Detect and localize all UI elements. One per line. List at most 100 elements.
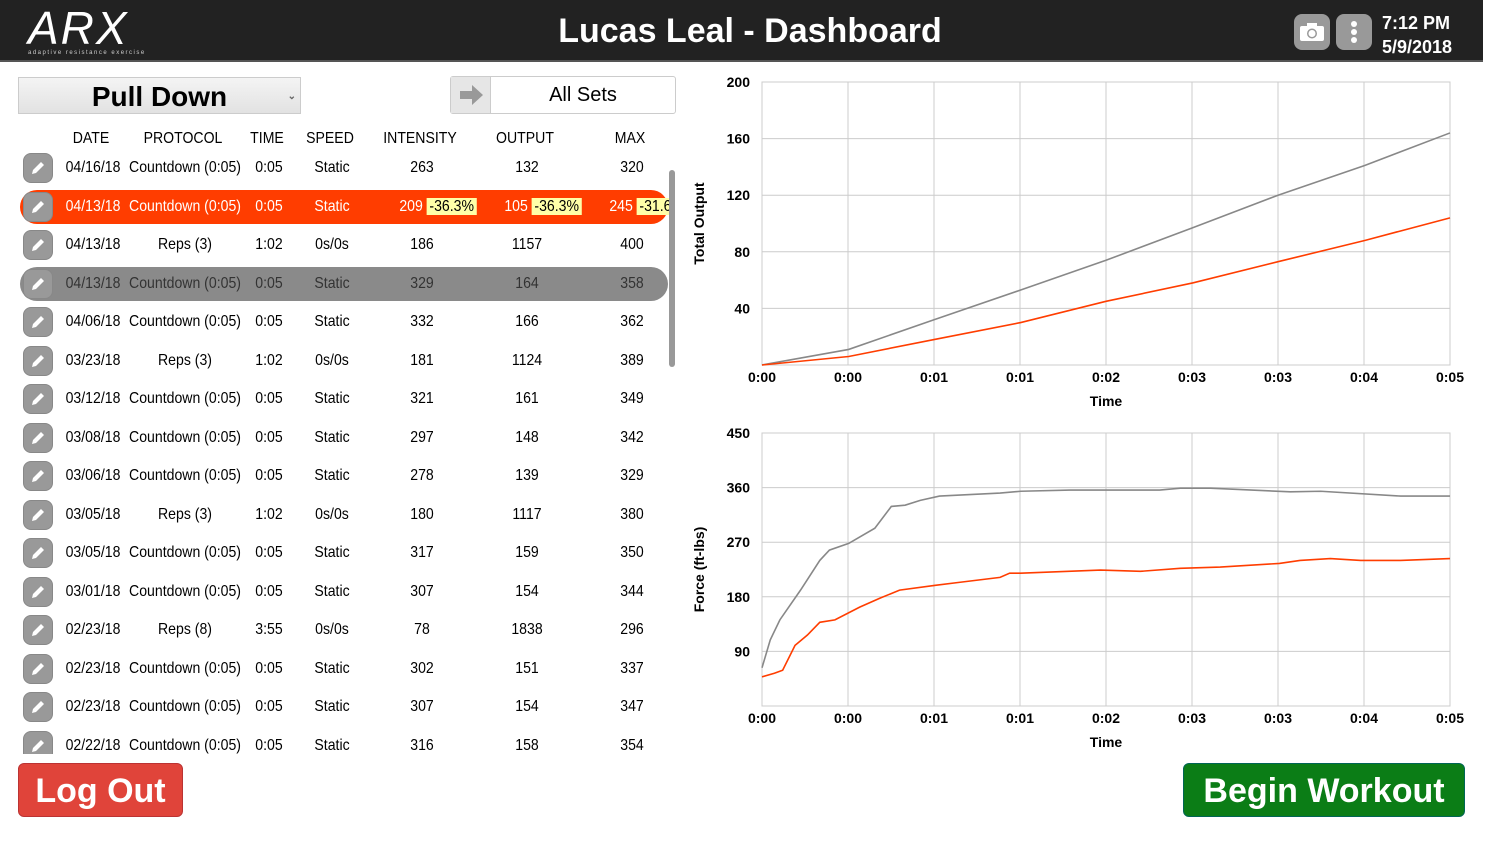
table-row[interactable]: 03/12/18 Countdown (0:05) 0:05 Static 321 161… <box>20 382 668 416</box>
cell-intensity: 329 <box>410 275 433 293</box>
cell-protocol: Countdown (0:05) <box>129 275 241 293</box>
cell-value: Reps (3) <box>158 236 212 253</box>
cell-output: 151 <box>515 660 538 678</box>
edit-button[interactable] <box>23 230 53 260</box>
cell-value: 159 <box>515 544 539 561</box>
cell-date: 02/22/18 <box>66 737 121 755</box>
edit-button[interactable] <box>23 307 53 337</box>
table-row[interactable]: 04/13/18 Reps (3) 1:02 0s/0s 186 1157 400 <box>20 228 668 262</box>
cell-value: 245 <box>609 197 633 215</box>
table-row[interactable]: 03/05/18 Reps (3) 1:02 0s/0s 180 1117 380 <box>20 498 668 532</box>
cell-protocol: Countdown (0:05) <box>129 698 241 716</box>
x-tick-label: 0:01 <box>920 369 948 385</box>
table-row[interactable]: 03/05/18 Countdown (0:05) 0:05 Static 317 159… <box>20 536 668 570</box>
cell-output: 105 -36.3% <box>504 197 582 216</box>
x-tick-label: 0:05 <box>1436 710 1464 726</box>
cell-output: 164 <box>515 275 538 293</box>
cell-time: 3:55 <box>255 621 282 639</box>
cell-value: 1:02 <box>255 236 283 253</box>
table-row[interactable]: 03/08/18 Countdown (0:05) 0:05 Static 297 148… <box>20 421 668 455</box>
sets-filter-label: All Sets <box>549 84 617 106</box>
cell-value: 0:05 <box>255 159 283 176</box>
edit-button[interactable] <box>23 345 53 376</box>
table-row[interactable]: 02/23/18 Reps (8) 3:55 0s/0s 78 1838 296 <box>20 613 668 647</box>
cell-time: 0:05 <box>255 698 282 716</box>
cell-value: Static <box>314 390 350 407</box>
cell-max: 400 <box>620 236 643 254</box>
column-header-date[interactable]: DATE <box>38 130 144 148</box>
cell-value: 139 <box>515 467 539 484</box>
edit-button[interactable] <box>23 653 53 684</box>
pencil-icon <box>32 624 44 636</box>
sets-filter-button[interactable]: All Sets <box>450 76 676 114</box>
cell-value: 02/23/18 <box>65 698 121 715</box>
cell-time: 0:05 <box>255 660 282 678</box>
cell-speed: Static <box>314 198 349 216</box>
table-row[interactable]: 02/23/18 Countdown (0:05) 0:05 Static 302 151… <box>20 652 668 686</box>
cell-date: 04/06/18 <box>66 313 121 331</box>
cell-value: 344 <box>620 582 644 600</box>
edit-button[interactable] <box>23 692 53 722</box>
cell-value: Reps (3) <box>158 351 212 369</box>
cell-protocol: Countdown (0:05) <box>129 390 241 408</box>
edit-button[interactable] <box>23 153 53 183</box>
edit-button[interactable] <box>23 384 53 414</box>
x-tick-label: 0:00 <box>748 369 776 385</box>
column-header-output[interactable]: OUTPUT <box>472 130 578 148</box>
cell-date: 02/23/18 <box>66 698 121 716</box>
cell-speed: Static <box>314 429 349 447</box>
cell-speed: Static <box>314 467 349 485</box>
cell-protocol: Reps (3) <box>158 236 212 254</box>
table-row[interactable]: 04/06/18 Countdown (0:05) 0:05 Static 332 166… <box>20 305 668 339</box>
table-row[interactable]: 04/16/18 Countdown (0:05) 0:05 Static 263 132… <box>20 151 668 185</box>
edit-button[interactable] <box>23 499 53 530</box>
edit-button[interactable] <box>23 730 53 754</box>
pencil-icon <box>32 547 44 559</box>
cell-time: 0:05 <box>255 198 282 216</box>
camera-button[interactable] <box>1294 14 1330 50</box>
table-row[interactable]: 02/22/18 Countdown (0:05) 0:05 Static 316 158… <box>20 729 668 755</box>
begin-workout-button[interactable]: Begin Workout <box>1183 763 1465 817</box>
cell-intensity: 78 <box>414 621 430 639</box>
cell-value: 180 <box>410 505 434 523</box>
edit-button[interactable] <box>23 538 53 568</box>
cell-value: 297 <box>410 428 434 446</box>
cell-value: 302 <box>410 659 434 677</box>
table-row[interactable]: 03/01/18 Countdown (0:05) 0:05 Static 307 154… <box>20 575 668 609</box>
column-header-intensity[interactable]: INTENSITY <box>367 130 473 148</box>
more-vertical-icon <box>1351 21 1357 43</box>
change-badge: -31.6% <box>636 197 670 215</box>
edit-button[interactable] <box>23 461 53 491</box>
cell-time: 0:05 <box>255 275 282 293</box>
cell-protocol: Countdown (0:05) <box>129 313 241 331</box>
cell-date: 02/23/18 <box>66 621 121 639</box>
exercise-select[interactable]: Pull Down ⌄ <box>18 77 301 114</box>
edit-button[interactable] <box>23 191 53 222</box>
table-row[interactable]: 03/06/18 Countdown (0:05) 0:05 Static 278 139… <box>20 459 668 493</box>
pencil-icon <box>32 239 44 251</box>
cell-speed: Static <box>314 544 349 562</box>
table-row[interactable]: 03/23/18 Reps (3) 1:02 0s/0s 181 1124 389 <box>20 344 668 378</box>
edit-button[interactable] <box>23 422 53 453</box>
table-row[interactable]: 04/13/18 Countdown (0:05) 0:05 Static 209 -3… <box>20 189 670 224</box>
cell-value: Static <box>314 736 350 754</box>
cell-value: 380 <box>620 505 644 523</box>
x-tick-label: 0:01 <box>920 710 948 726</box>
cell-max: 389 <box>620 352 643 370</box>
cell-value: 0s/0s <box>315 351 349 369</box>
edit-button[interactable] <box>23 615 53 645</box>
y-tick-label: 40 <box>734 300 750 316</box>
menu-button[interactable] <box>1336 14 1372 50</box>
column-header-max[interactable]: MAX <box>577 130 683 148</box>
table-row[interactable]: 02/23/18 Countdown (0:05) 0:05 Static 307 154… <box>20 690 668 724</box>
cell-value: 03/05/18 <box>65 505 121 523</box>
cell-time: 0:05 <box>255 390 282 408</box>
cell-value: 0:05 <box>255 197 283 215</box>
cell-value: Static <box>314 159 350 176</box>
table-scrollbar[interactable] <box>669 170 675 367</box>
edit-button[interactable] <box>23 268 53 299</box>
log-out-button[interactable]: Log Out <box>18 763 183 817</box>
edit-button[interactable] <box>23 576 53 607</box>
cell-value: 321 <box>410 390 434 407</box>
table-row[interactable]: 04/13/18 Countdown (0:05) 0:05 Static 329 164… <box>20 266 668 301</box>
